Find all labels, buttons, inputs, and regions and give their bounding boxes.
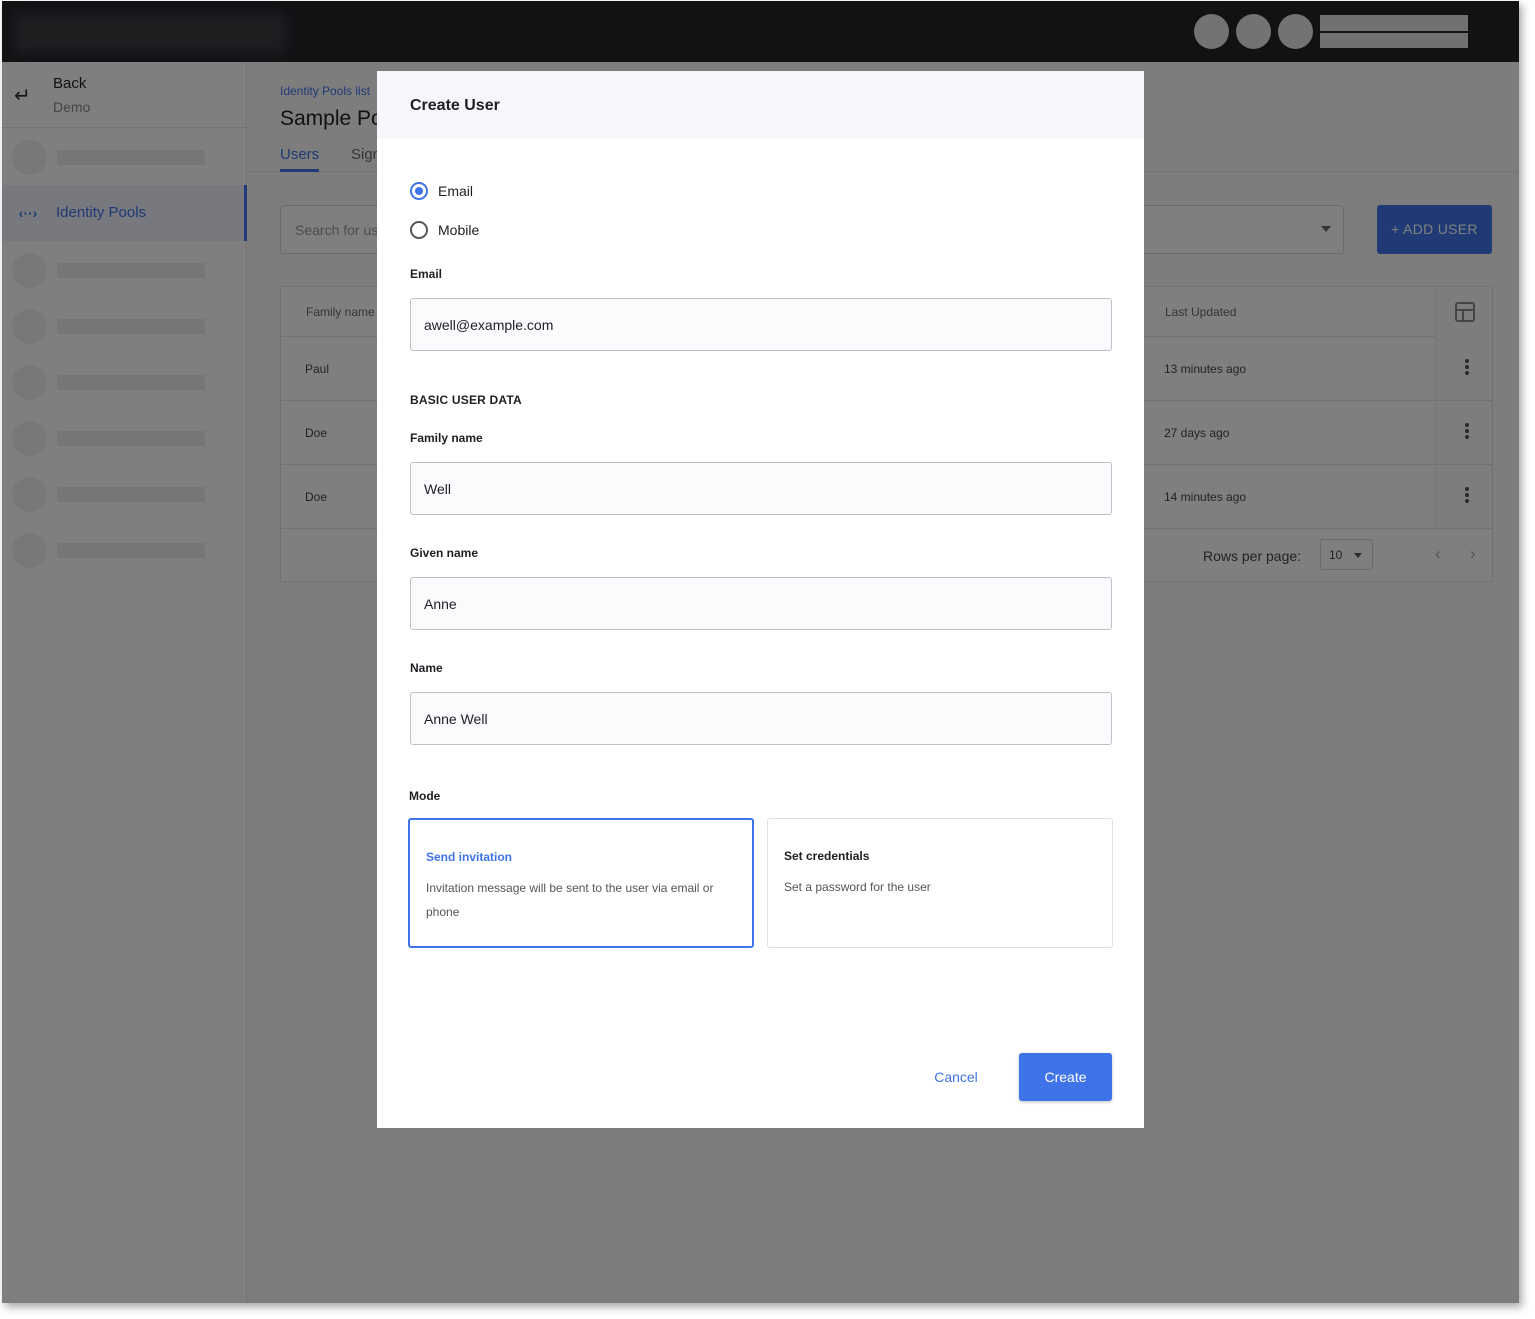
name-field[interactable] [410, 692, 1112, 745]
mode-description: Set a password for the user [784, 880, 931, 894]
mode-description: Invitation message will be sent to the u… [426, 881, 714, 919]
create-button[interactable]: Create [1019, 1053, 1112, 1101]
basic-user-data-heading: BASIC USER DATA [410, 393, 522, 407]
dialog-header: Create User [377, 71, 1144, 139]
family-name-label: Family name [410, 431, 483, 445]
mode-send-invitation-card[interactable]: Send invitation Invitation message will … [408, 818, 754, 948]
email-label: Email [410, 267, 443, 281]
name-label: Name [410, 661, 443, 675]
mode-title: Send invitation [426, 850, 513, 864]
mode-set-credentials-card[interactable]: Set credentials Set a password for the u… [767, 818, 1113, 948]
mode-label: Mode [409, 789, 441, 803]
family-name-field[interactable] [410, 462, 1112, 515]
given-name-field[interactable] [410, 577, 1112, 630]
email-field[interactable] [410, 298, 1112, 351]
radio-unselected-icon[interactable] [410, 221, 428, 239]
mode-title: Set credentials [784, 849, 870, 863]
dialog-title: Create User [410, 97, 500, 114]
create-user-dialog: Create User Email Mobile Email BASIC USE… [377, 71, 1144, 1128]
radio-label-mobile: Mobile [438, 222, 480, 238]
radio-label-email: Email [438, 183, 474, 199]
given-name-label: Given name [410, 546, 479, 560]
app-window: ↵ Back Demo ‹··› Identity Pools Identity… [2, 1, 1519, 1303]
cancel-button[interactable]: Cancel [917, 1053, 995, 1101]
radio-selected-icon[interactable] [410, 182, 428, 200]
